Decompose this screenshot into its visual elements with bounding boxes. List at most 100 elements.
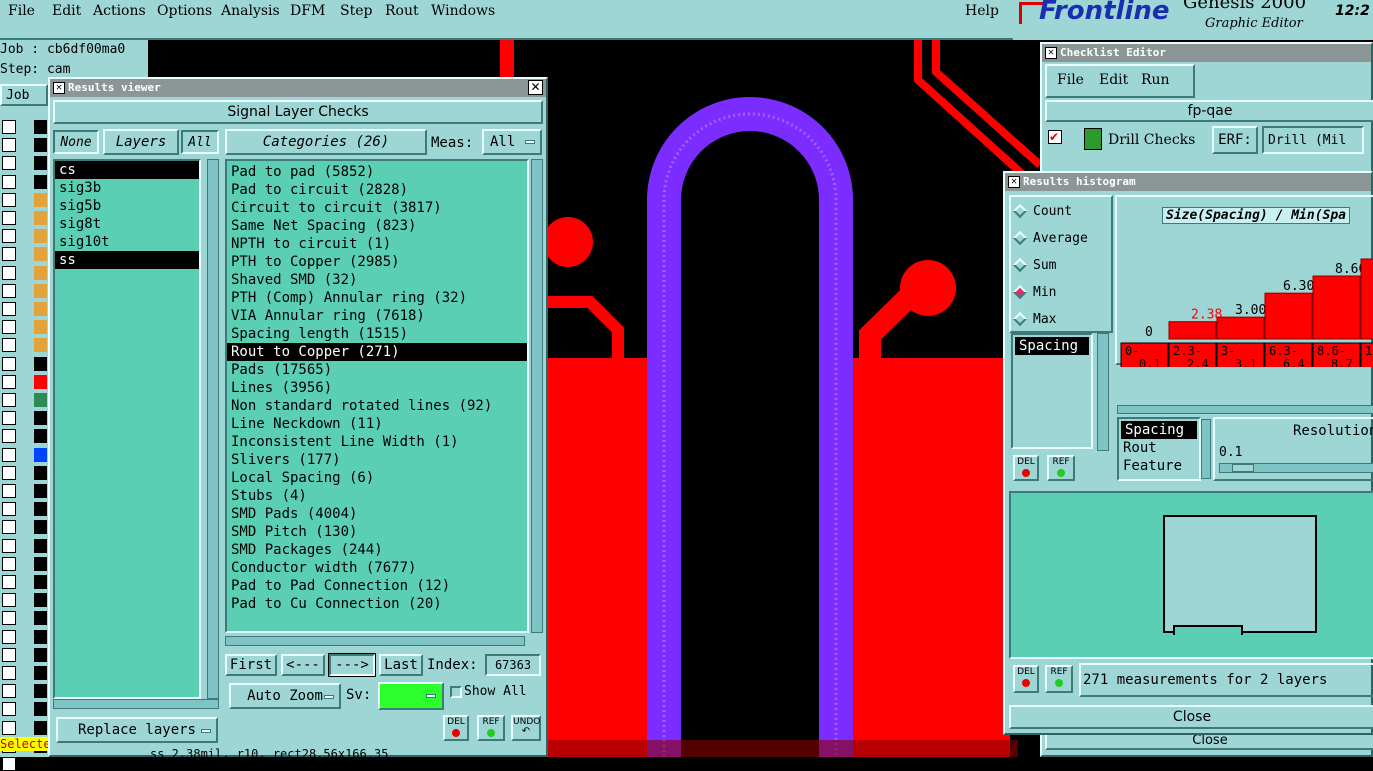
list-item[interactable]: Spacing bbox=[1121, 421, 1197, 439]
prev-button[interactable]: <--- bbox=[281, 654, 325, 676]
menu-dfm[interactable]: DFM bbox=[290, 3, 325, 19]
categories-hscroll[interactable] bbox=[225, 636, 525, 646]
layer-checkbox[interactable] bbox=[2, 429, 16, 444]
layers-vscroll[interactable] bbox=[207, 159, 219, 699]
list-item[interactable]: Feature bbox=[1119, 457, 1199, 475]
category-list-item[interactable]: Spacing length (1515) bbox=[227, 325, 527, 343]
replace-layers-button[interactable]: Replace layers bbox=[56, 717, 218, 743]
measure-list-vscroll[interactable] bbox=[1097, 333, 1109, 451]
layer-color-swatch[interactable] bbox=[34, 320, 47, 335]
measure-list-bottom[interactable]: Spacing Rout Feature bbox=[1117, 417, 1201, 481]
layer-checkbox[interactable] bbox=[2, 283, 16, 298]
category-list-item[interactable]: SMD Pitch (130) bbox=[227, 523, 527, 541]
layers-list[interactable]: cs sig3b sig5b sig8t sig10t ss bbox=[53, 159, 201, 699]
menu-edit[interactable]: Edit bbox=[52, 3, 81, 19]
layer-color-swatch[interactable] bbox=[34, 211, 47, 225]
category-list-item[interactable]: Inconsistent Line Width (1) bbox=[227, 433, 527, 451]
layer-checkbox[interactable] bbox=[2, 156, 16, 171]
histogram-titlebar[interactable]: ✕ Results histogram bbox=[1005, 173, 1371, 191]
layer-checkbox[interactable] bbox=[2, 211, 16, 225]
layer-color-swatch[interactable] bbox=[34, 520, 47, 535]
layer-color-swatch[interactable] bbox=[34, 393, 47, 407]
layer-color-swatch[interactable] bbox=[34, 593, 47, 608]
all-layers-button[interactable]: All bbox=[181, 130, 219, 154]
undo-button[interactable]: UNDO ↶ bbox=[511, 715, 541, 741]
layer-color-swatch[interactable] bbox=[34, 611, 47, 626]
layer-checkbox[interactable] bbox=[2, 556, 16, 571]
layer-color-swatch[interactable] bbox=[34, 338, 47, 353]
category-list-item[interactable]: Line Neckdown (11) bbox=[227, 415, 527, 433]
category-list-item[interactable]: Lines (3956) bbox=[227, 379, 527, 397]
layer-checkbox[interactable] bbox=[2, 720, 16, 735]
layer-checkbox[interactable] bbox=[2, 447, 16, 462]
layer-checkbox[interactable] bbox=[2, 702, 16, 717]
layer-color-swatch[interactable] bbox=[34, 702, 47, 717]
layer-checkbox[interactable] bbox=[2, 265, 16, 280]
category-list-item[interactable]: Local Spacing (6) bbox=[227, 469, 527, 487]
del-button[interactable]: DEL bbox=[443, 715, 469, 741]
checklist-titlebar[interactable]: ✕ Checklist Editor bbox=[1042, 44, 1371, 62]
menu-file[interactable]: File bbox=[8, 3, 35, 19]
check-enabled-icon[interactable]: ✔ bbox=[1048, 130, 1062, 144]
layer-color-swatch[interactable] bbox=[34, 192, 47, 207]
category-list-item[interactable]: PTH to Copper (2985) bbox=[227, 253, 527, 271]
layer-checkbox[interactable] bbox=[2, 320, 16, 335]
histogram-del-top[interactable]: DEL bbox=[1013, 455, 1039, 481]
mode-sum[interactable]: Sum bbox=[1012, 257, 1056, 273]
sv-color-select[interactable] bbox=[378, 682, 444, 710]
layer-checkbox[interactable] bbox=[2, 302, 16, 316]
layer-color-swatch[interactable] bbox=[34, 356, 47, 371]
layer-checkbox[interactable] bbox=[2, 593, 16, 608]
layer-checkbox[interactable] bbox=[2, 356, 16, 371]
layer-checkbox[interactable] bbox=[2, 120, 16, 134]
checklist-menu-file[interactable]: File bbox=[1057, 72, 1084, 88]
layer-color-swatch[interactable] bbox=[34, 374, 47, 389]
layer-color-swatch[interactable] bbox=[34, 138, 47, 153]
layer-checkbox[interactable] bbox=[2, 520, 16, 535]
histogram-ref-button[interactable]: REF bbox=[1045, 665, 1073, 693]
layer-checkbox[interactable] bbox=[2, 465, 16, 480]
menu-analysis[interactable]: Analysis bbox=[221, 3, 280, 19]
category-list-item[interactable]: Pad to Cu Connection (20) bbox=[227, 595, 527, 613]
category-list-item[interactable]: Non standard rotated lines (92) bbox=[227, 397, 527, 415]
menu-windows[interactable]: Windows bbox=[431, 3, 495, 19]
category-list-item[interactable]: Stubs (4) bbox=[227, 487, 527, 505]
layer-color-swatch[interactable] bbox=[34, 156, 47, 171]
layer-color-swatch[interactable] bbox=[34, 556, 47, 571]
first-button[interactable]: First bbox=[225, 654, 277, 676]
layer-color-swatch[interactable] bbox=[34, 720, 47, 735]
category-list-item[interactable]: Pad to Pad Connection (12) bbox=[227, 577, 527, 595]
layer-color-swatch[interactable] bbox=[34, 229, 47, 244]
category-list-item[interactable]: Circuit to circuit (3817) bbox=[227, 199, 527, 217]
layer-color-swatch[interactable] bbox=[34, 484, 47, 498]
layers-button[interactable]: Layers bbox=[103, 129, 179, 155]
measure-list-top[interactable]: Spacing bbox=[1011, 333, 1093, 449]
mode-max[interactable]: Max bbox=[1012, 311, 1056, 327]
layer-color-swatch[interactable] bbox=[34, 757, 47, 771]
layer-checkbox[interactable] bbox=[2, 192, 16, 207]
histogram-hscroll[interactable] bbox=[1117, 405, 1373, 414]
category-list-item[interactable]: Shaved SMD (32) bbox=[227, 271, 527, 289]
layer-color-swatch[interactable] bbox=[34, 575, 47, 589]
category-list-item[interactable]: PTH (Comp) Annular ring (32) bbox=[227, 289, 527, 307]
menu-actions[interactable]: Actions bbox=[93, 3, 146, 19]
layer-checkbox[interactable] bbox=[2, 247, 16, 262]
close-icon[interactable]: ✕ bbox=[528, 80, 543, 95]
mode-count[interactable]: Count bbox=[1012, 203, 1072, 219]
layer-color-swatch[interactable] bbox=[34, 247, 47, 262]
ref-button[interactable]: REF bbox=[477, 715, 505, 741]
layer-checkbox[interactable] bbox=[2, 229, 16, 244]
resolution-slider[interactable] bbox=[1219, 463, 1373, 473]
next-button[interactable]: ---> bbox=[328, 653, 376, 677]
category-list-item[interactable]: Rout to Copper (271) bbox=[227, 343, 527, 361]
erf-button[interactable]: ERF: bbox=[1212, 126, 1258, 154]
layer-checkbox[interactable] bbox=[2, 538, 16, 553]
category-list-item[interactable]: VIA Annular ring (7618) bbox=[227, 307, 527, 325]
layer-checkbox[interactable] bbox=[2, 138, 16, 153]
categories-button[interactable]: Categories (26) bbox=[225, 129, 427, 155]
layer-checkbox[interactable] bbox=[2, 757, 16, 771]
categories-vscroll[interactable] bbox=[531, 159, 543, 633]
layer-checkbox[interactable] bbox=[2, 684, 16, 699]
layer-color-swatch[interactable] bbox=[34, 302, 47, 316]
index-input[interactable]: 67363 bbox=[485, 654, 541, 676]
